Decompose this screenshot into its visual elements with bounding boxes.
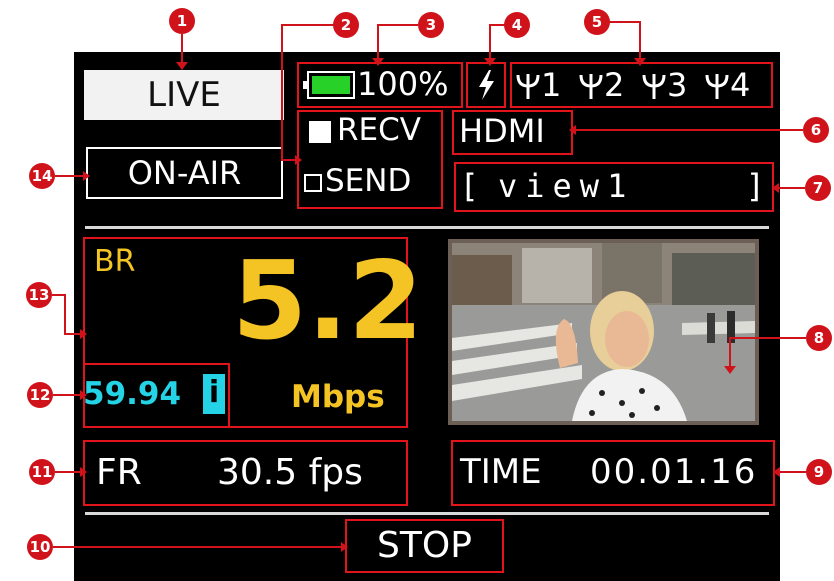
callout-lines [52,21,806,552]
callout-14: 14 [29,163,55,189]
callout-2: 2 [333,12,359,38]
callout-13: 13 [26,282,52,308]
callout-8: 8 [806,325,832,351]
callout-9: 9 [806,459,832,485]
callout-11: 11 [29,459,55,485]
callout-7: 7 [805,175,831,201]
callout-4: 4 [504,12,530,38]
callout-5: 5 [584,9,610,35]
callout-12: 12 [27,382,53,408]
callout-6: 6 [803,117,829,143]
callout-10: 10 [27,534,53,560]
callout-3: 3 [418,12,444,38]
callout-1: 1 [169,8,195,34]
